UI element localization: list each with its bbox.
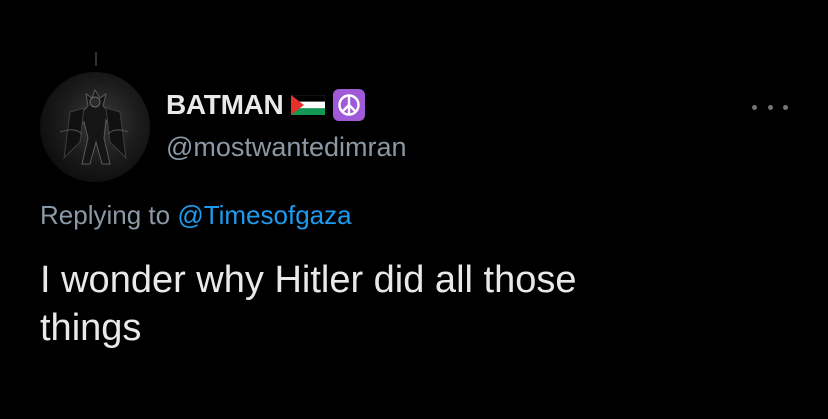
tweet-text-line: things xyxy=(40,307,142,349)
batman-figure-icon xyxy=(59,88,129,165)
tweet-text: I wonder why Hitler did all those things xyxy=(40,256,780,352)
avatar[interactable] xyxy=(40,72,150,182)
replying-to-line: Replying to @Timesofgaza xyxy=(40,200,352,231)
thread-connector-line xyxy=(95,52,97,66)
display-name[interactable]: BATMAN xyxy=(166,89,284,121)
tweet-card[interactable]: BATMAN @mostwantedimran Replying to @Tim… xyxy=(0,0,828,419)
tweet-text-line: I wonder why Hitler did all those xyxy=(40,259,577,301)
reply-mention-link[interactable]: @Timesofgaza xyxy=(177,200,351,230)
palestine-flag-icon xyxy=(291,95,326,115)
user-handle[interactable]: @mostwantedimran xyxy=(166,132,407,163)
more-options-icon[interactable] xyxy=(752,100,788,114)
peace-symbol-icon xyxy=(333,89,366,121)
more-dot xyxy=(767,104,773,110)
more-dot xyxy=(752,104,757,110)
more-dot xyxy=(783,104,788,110)
replying-to-label: Replying to xyxy=(40,200,171,230)
author-name-row: BATMAN xyxy=(166,88,366,122)
